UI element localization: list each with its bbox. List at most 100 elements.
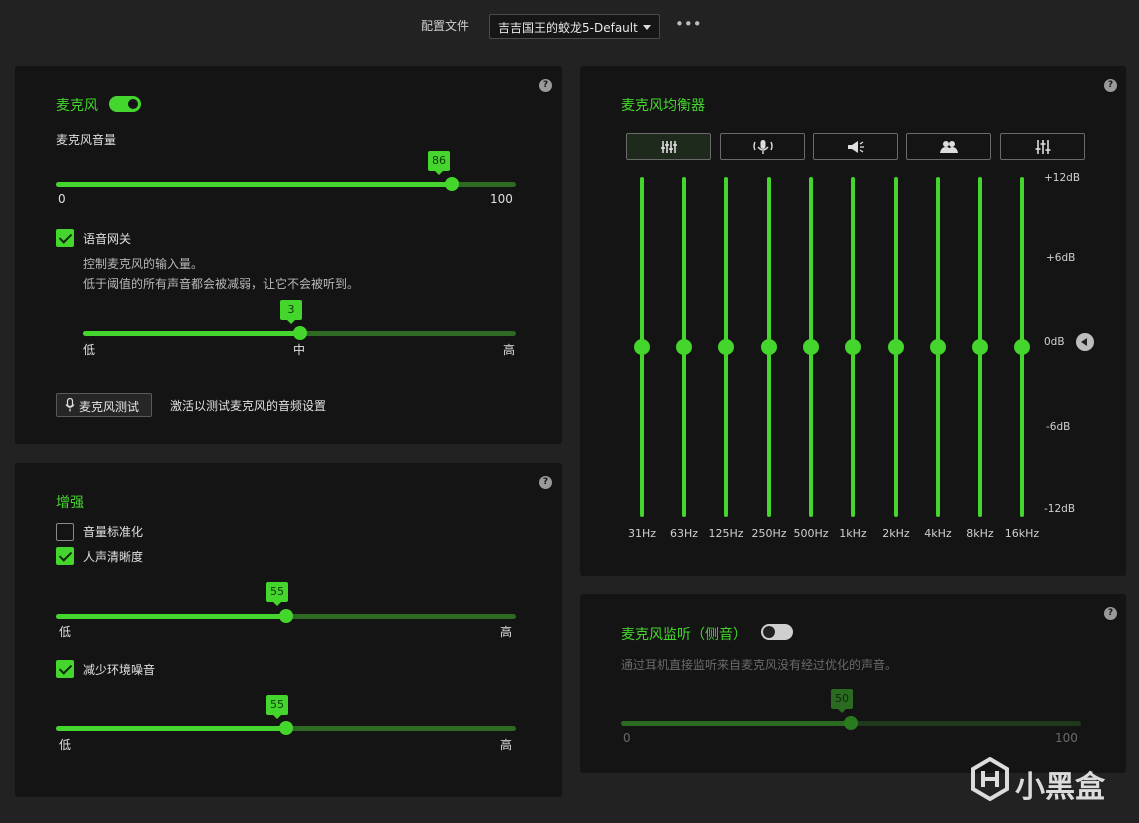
help-icon[interactable]: ? [1104, 79, 1117, 92]
mic-toggle[interactable] [109, 96, 141, 112]
eq-band-slider[interactable] [972, 177, 988, 517]
normalize-label: 音量标准化 [83, 525, 144, 539]
help-icon[interactable]: ? [539, 476, 552, 489]
mic-volume-label: 麦克风音量 [56, 133, 117, 147]
eq-sliders-icon [660, 140, 677, 153]
eq-band-slider[interactable] [803, 177, 819, 517]
mic-test-label: 麦克风测试 [79, 400, 140, 414]
eq-band-thumb[interactable] [803, 339, 819, 355]
slider-thumb[interactable] [844, 716, 858, 730]
custom-eq-icon [1035, 139, 1050, 154]
eq-band-label: 1kHz [839, 527, 867, 540]
eq-band-thumb[interactable] [972, 339, 988, 355]
mic-test-button[interactable]: 麦克风测试 [56, 393, 152, 417]
sidetone-min: 0 [623, 731, 631, 745]
slider-thumb[interactable] [444, 177, 459, 191]
mic-icon [65, 398, 75, 412]
mic-volume-max: 100 [490, 192, 513, 206]
help-icon[interactable]: ? [539, 79, 552, 92]
enhance-title: 增强 [56, 495, 84, 511]
voice-gate-label: 语音网关 [83, 232, 132, 246]
clarity-high: 高 [500, 625, 513, 639]
noise-low: 低 [59, 738, 72, 752]
eq-band-thumb[interactable] [676, 339, 692, 355]
eq-band-slider[interactable] [676, 177, 692, 517]
clarity-value: 55 [266, 582, 288, 606]
eq-band-label: 31Hz [627, 527, 657, 540]
more-options-button[interactable]: ••• [675, 17, 702, 32]
mic-title: 麦克风 [56, 98, 98, 114]
voice-gate-mid: 中 [293, 343, 306, 357]
clarity-low: 低 [59, 625, 72, 639]
people-icon [939, 140, 958, 153]
clarity-label: 人声清晰度 [83, 550, 144, 564]
eq-band-slider[interactable] [634, 177, 650, 517]
sidetone-max: 100 [1055, 731, 1078, 745]
mic-volume-value: 86 [428, 151, 450, 175]
eq-band-thumb[interactable] [888, 339, 904, 355]
eq-band-slider[interactable] [1014, 177, 1030, 517]
voice-gate-desc-2: 低于阈值的所有声音都会被减弱，让它不会被听到。 [83, 277, 360, 291]
help-icon[interactable]: ? [1104, 607, 1117, 620]
eq-band-label: 8kHz [966, 527, 994, 540]
clarity-checkbox[interactable] [56, 547, 74, 565]
chevron-down-icon [643, 25, 651, 30]
broadcast-mic-icon [752, 139, 773, 154]
xiaoheihe-logo-icon [971, 757, 1009, 801]
noise-checkbox[interactable] [56, 660, 74, 678]
eq-band-slider[interactable] [930, 177, 946, 517]
eq-band-thumb[interactable] [930, 339, 946, 355]
voice-gate-checkbox[interactable] [56, 229, 74, 247]
slider-thumb[interactable] [279, 609, 293, 623]
noise-high: 高 [500, 738, 513, 752]
db-label: -12dB [1044, 503, 1076, 515]
eq-band-slider[interactable] [888, 177, 904, 517]
eq-title: 麦克风均衡器 [621, 98, 705, 114]
eq-preset-voices[interactable] [906, 133, 991, 160]
eq-band-label: 250Hz [751, 527, 787, 540]
eq-band-slider[interactable] [761, 177, 777, 517]
voice-gate-desc-1: 控制麦克风的输入量。 [83, 257, 204, 271]
reset-arrow-icon[interactable] [1076, 333, 1094, 351]
eq-band-label: 2kHz [882, 527, 910, 540]
eq-band-thumb[interactable] [634, 339, 650, 355]
normalize-checkbox[interactable] [56, 523, 74, 541]
noise-value: 55 [266, 695, 288, 719]
eq-preset-megaphone[interactable] [813, 133, 898, 160]
sidetone-panel [580, 594, 1126, 773]
eq-band-label: 16kHz [1004, 527, 1040, 540]
profile-dropdown[interactable]: 吉吉国王的蛟龙5-Default [489, 14, 660, 39]
top-bar: 配置文件 吉吉国王的蛟龙5-Default ••• [0, 0, 1139, 52]
sidetone-value: 50 [831, 689, 853, 713]
sidetone-desc: 通过耳机直接监听来自麦克风没有经过优化的声音。 [621, 658, 898, 672]
eq-band-label: 4kHz [924, 527, 952, 540]
eq-band-label: 125Hz [708, 527, 744, 540]
sidetone-title: 麦克风监听（侧音） [621, 627, 747, 643]
enhance-panel [15, 463, 562, 797]
eq-band-slider[interactable] [718, 177, 734, 517]
db-label: +12dB [1044, 172, 1081, 184]
voice-gate-high: 高 [503, 343, 516, 357]
mic-test-hint: 激活以测试麦克风的音频设置 [170, 399, 327, 413]
slider-thumb[interactable] [279, 721, 293, 735]
eq-preset-custom[interactable] [1000, 133, 1085, 160]
eq-preset-default[interactable] [626, 133, 711, 160]
eq-band-label: 63Hz [669, 527, 699, 540]
mic-volume-min: 0 [58, 192, 66, 206]
db-label: 0dB [1044, 336, 1065, 348]
db-label: +6dB [1046, 252, 1076, 264]
sidetone-toggle[interactable] [761, 624, 793, 640]
eq-band-thumb[interactable] [718, 339, 734, 355]
eq-preset-broadcast[interactable] [720, 133, 805, 160]
eq-band-thumb[interactable] [761, 339, 777, 355]
watermark-text: 小黑盒 [1015, 770, 1105, 805]
eq-band-slider[interactable] [845, 177, 861, 517]
eq-band-label: 500Hz [793, 527, 829, 540]
db-label: -6dB [1046, 421, 1071, 433]
eq-band-thumb[interactable] [845, 339, 861, 355]
slider-thumb[interactable] [292, 326, 307, 340]
megaphone-icon [847, 140, 864, 153]
profile-dropdown-value: 吉吉国王的蛟龙5-Default [498, 21, 638, 35]
eq-band-thumb[interactable] [1014, 339, 1030, 355]
profile-label: 配置文件 [421, 19, 470, 33]
